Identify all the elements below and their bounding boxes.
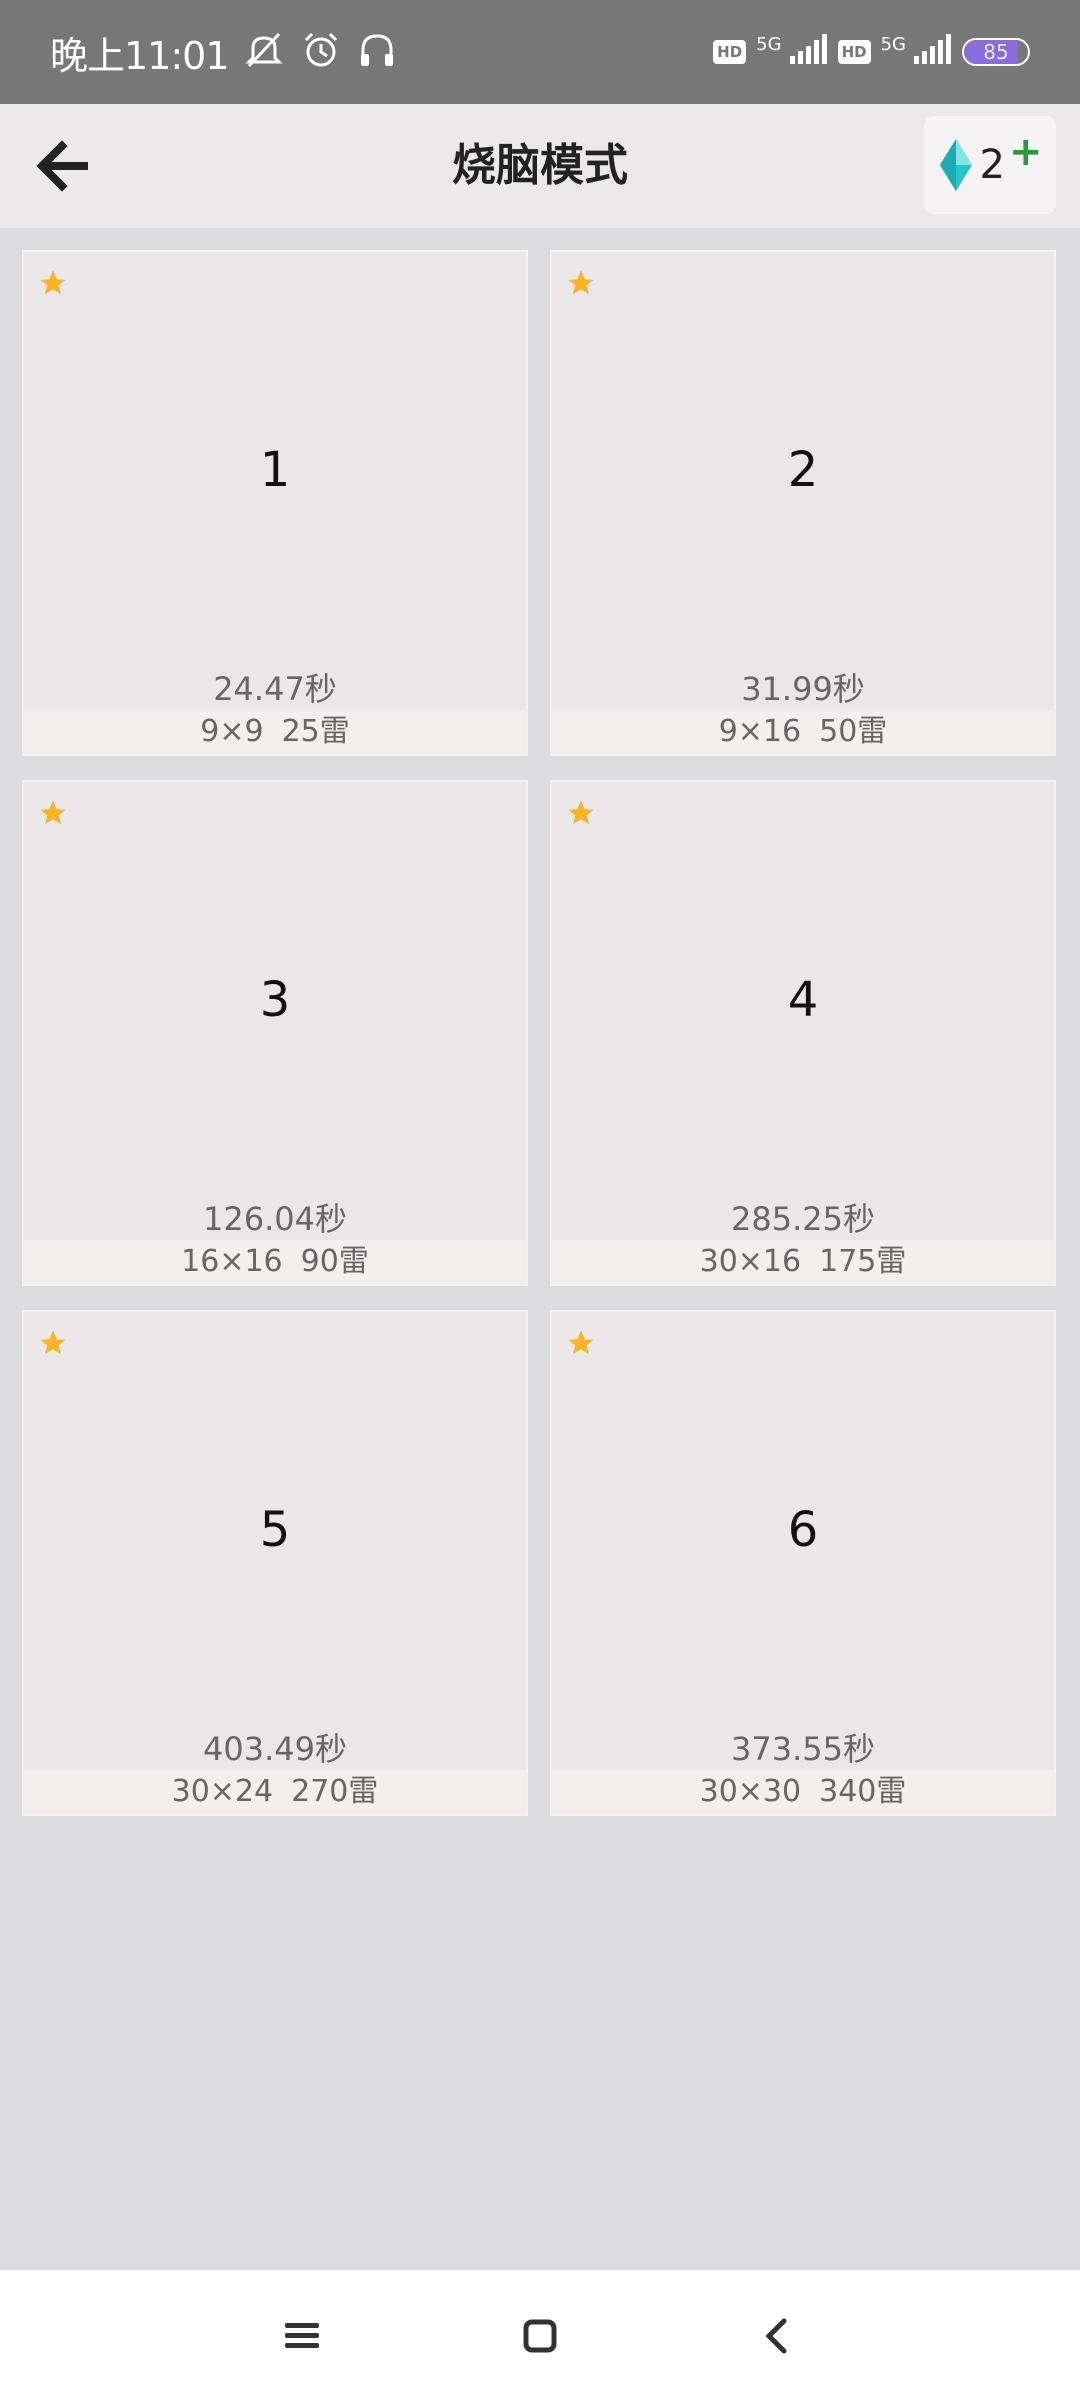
menu-icon (285, 2323, 319, 2348)
level-info: 9×9 25雷 (24, 710, 526, 754)
star-icon (568, 800, 594, 825)
board-size: 30×30 (699, 1774, 802, 1809)
star-icon (40, 270, 66, 295)
mine-count: 340雷 (819, 1774, 907, 1809)
star-icon (568, 1330, 594, 1355)
level-info: 16×16 90雷 (24, 1240, 526, 1284)
nav-back-button[interactable] (748, 2308, 804, 2364)
level-number: 1 (259, 442, 291, 498)
signal-icon (788, 34, 828, 70)
best-time: 126.04秒 (203, 1200, 347, 1238)
star-icon (568, 270, 594, 295)
level-card[interactable]: 3 126.04秒 16×16 90雷 (22, 780, 528, 1286)
status-bar: 晚上11:01 HD 5G HD 5G 85 (0, 0, 1080, 104)
level-number: 2 (787, 442, 819, 498)
level-grid: 1 24.47秒 9×9 25雷 2 31.99秒 9×16 50雷 3 126.0… (22, 250, 1058, 1816)
mine-count: 270雷 (291, 1774, 379, 1809)
board-size: 9×9 (200, 714, 264, 749)
level-info: 30×16 175雷 (552, 1240, 1054, 1284)
battery-icon: 85 (962, 38, 1030, 66)
status-right: HD 5G HD 5G 85 (713, 34, 1030, 70)
level-info: 9×16 50雷 (552, 710, 1054, 754)
gem-counter-button[interactable]: 2 + (924, 116, 1056, 214)
board-size: 30×24 (171, 1774, 274, 1809)
navigation-bar (0, 2270, 1080, 2400)
gem-plus-icon: + (1008, 129, 1043, 175)
level-card[interactable]: 2 31.99秒 9×16 50雷 (550, 250, 1056, 756)
level-number: 5 (259, 1502, 291, 1558)
best-time: 373.55秒 (731, 1730, 875, 1768)
level-info: 30×30 340雷 (552, 1770, 1054, 1814)
level-number: 4 (787, 972, 819, 1028)
mine-count: 25雷 (281, 714, 350, 749)
star-icon (40, 1330, 66, 1355)
network-label: 5G (756, 33, 782, 55)
gem-icon (939, 139, 972, 191)
level-number: 6 (787, 1502, 819, 1558)
star-icon (40, 800, 66, 825)
headphones-icon (357, 30, 397, 74)
board-size: 16×16 (181, 1244, 283, 1279)
mine-count: 90雷 (300, 1244, 369, 1279)
app-header: 烧脑模式 2 + (0, 104, 1080, 228)
back-icon (765, 2318, 787, 2354)
level-card[interactable]: 4 285.25秒 30×16 175雷 (550, 780, 1056, 1286)
level-info: 30×24 270雷 (24, 1770, 526, 1814)
best-time: 31.99秒 (741, 670, 865, 708)
home-button[interactable] (512, 2308, 568, 2364)
battery-level: 85 (983, 40, 1009, 64)
hd-badge-2: HD (837, 40, 871, 64)
best-time: 24.47秒 (213, 670, 337, 708)
best-time: 285.25秒 (731, 1200, 875, 1238)
gem-count: 2 (979, 142, 1005, 188)
status-icons-left (243, 30, 397, 74)
page-title: 烧脑模式 (452, 140, 628, 191)
level-card[interactable]: 6 373.55秒 30×30 340雷 (550, 1310, 1056, 1816)
home-icon (523, 2319, 557, 2353)
status-time: 晚上11:01 (50, 33, 230, 78)
level-card[interactable]: 5 403.49秒 30×24 270雷 (22, 1310, 528, 1816)
board-size: 9×16 (718, 714, 802, 749)
hd-badge: HD (713, 40, 747, 64)
mine-count: 50雷 (819, 714, 888, 749)
level-card[interactable]: 1 24.47秒 9×9 25雷 (22, 250, 528, 756)
network-label-2: 5G (880, 33, 906, 55)
level-number: 3 (259, 972, 291, 1028)
mine-count: 175雷 (819, 1244, 907, 1279)
board-size: 30×16 (699, 1244, 802, 1279)
best-time: 403.49秒 (203, 1730, 347, 1768)
alarm-icon (301, 30, 341, 74)
mute-icon (243, 30, 285, 74)
signal-icon-2 (912, 34, 952, 70)
recent-apps-button[interactable] (274, 2308, 330, 2364)
